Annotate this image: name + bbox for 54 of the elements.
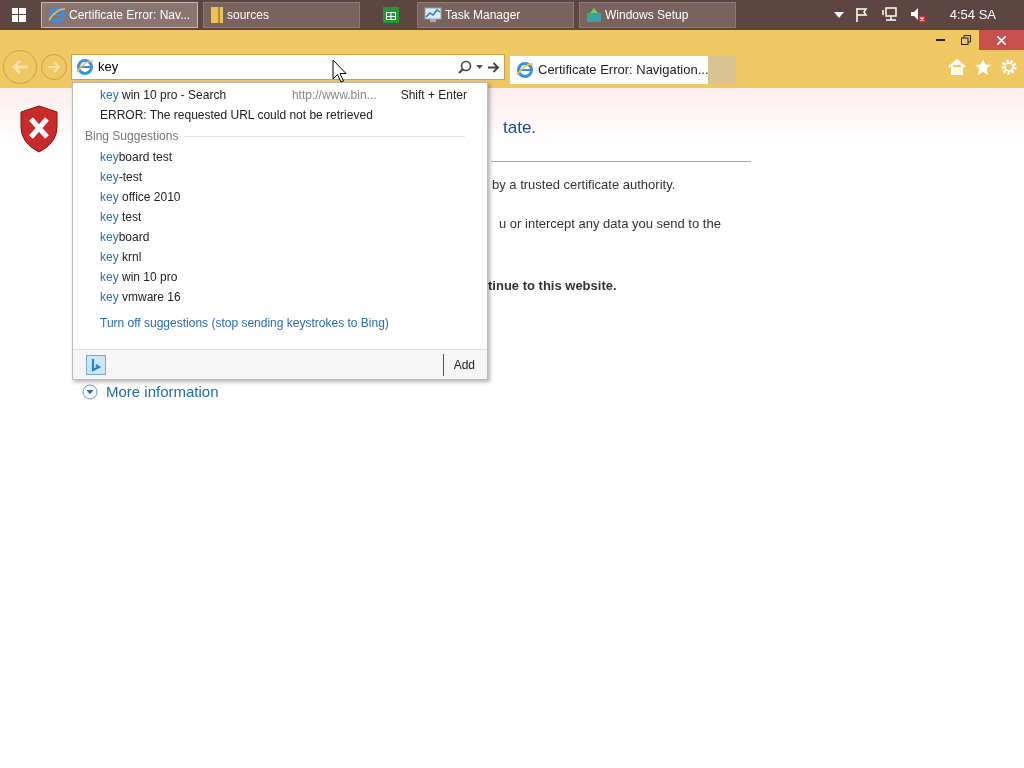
url-text: http://www.bin... (291, 86, 377, 104)
restore-icon (961, 35, 971, 45)
caret-icon[interactable] (833, 12, 844, 18)
warning-text: by a trusted certificate authority. (491, 175, 677, 194)
taskbar-button[interactable]: Task Manager (417, 2, 574, 28)
forward-arrow-icon (47, 61, 61, 73)
muted-speaker-icon[interactable] (909, 7, 926, 23)
store-icon (383, 7, 399, 23)
address-input[interactable]: key (98, 57, 454, 77)
suggestion-item[interactable]: key vmware 16 (100, 288, 181, 306)
expand-icon (82, 384, 98, 401)
setup-icon (586, 7, 602, 23)
bing-logo-icon[interactable] (86, 354, 106, 375)
more-information-link[interactable]: More information (82, 381, 219, 404)
tab-title: Certificate Error: Navigation... (538, 61, 709, 80)
close-button[interactable] (979, 30, 1024, 50)
add-button[interactable]: Add (453, 355, 475, 374)
address-bar[interactable]: key (71, 54, 505, 80)
taskbar-button[interactable]: Windows Setup (579, 2, 736, 28)
section-title: Bing Suggestions (85, 128, 179, 145)
monitor-chart-icon (424, 7, 442, 23)
recommendation-text: tinue to this website. (487, 276, 618, 295)
shield-error-icon (20, 105, 58, 153)
shortcut-text: Shift + Enter (400, 86, 467, 104)
page-heading: tate. (502, 117, 538, 139)
back-arrow-icon (11, 59, 29, 75)
warning-text: u or intercept any data you send to the (498, 215, 722, 233)
suggestion-item[interactable]: keyboard test (100, 148, 173, 166)
suggestion-item[interactable]: key test (100, 208, 142, 226)
clock[interactable]: 4:54 SA (949, 5, 996, 25)
minimize-icon (935, 39, 945, 41)
go-arrow-icon[interactable] (487, 61, 500, 73)
error-message: ERROR: The requested URL could not be retrieved (99, 107, 374, 124)
browser-icon (48, 6, 66, 24)
taskbar-button[interactable]: sources (203, 2, 360, 28)
taskbar-button[interactable]: Certificate Error: Nav... (41, 2, 198, 28)
star-icon[interactable] (974, 58, 992, 76)
search-suggestion[interactable]: key win 10 pro - Search (100, 85, 227, 104)
network-icon[interactable] (881, 7, 898, 23)
suggestion-item[interactable]: key office 2010 (100, 188, 181, 206)
browser-icon (516, 61, 534, 79)
suggestion-item[interactable]: key-test (100, 168, 143, 186)
close-icon (997, 35, 1006, 45)
turn-off-suggestions-link[interactable]: Turn off suggestions (stop sending keystrokes to Bing) (73, 314, 487, 332)
folder-icon (210, 6, 224, 24)
flag-icon[interactable] (855, 8, 870, 22)
suggestion-item[interactable]: key win 10 pro (100, 268, 178, 286)
suggestion-item[interactable]: key krnl (100, 248, 142, 266)
dropdown-caret-icon[interactable] (476, 65, 483, 69)
browser-icon (76, 58, 94, 76)
suggestion-item[interactable]: keyboard (100, 228, 150, 246)
browser-tab[interactable]: Certificate Error: Navigation... (510, 56, 708, 84)
windows-logo-icon[interactable] (12, 8, 26, 22)
search-icon[interactable] (458, 60, 472, 74)
